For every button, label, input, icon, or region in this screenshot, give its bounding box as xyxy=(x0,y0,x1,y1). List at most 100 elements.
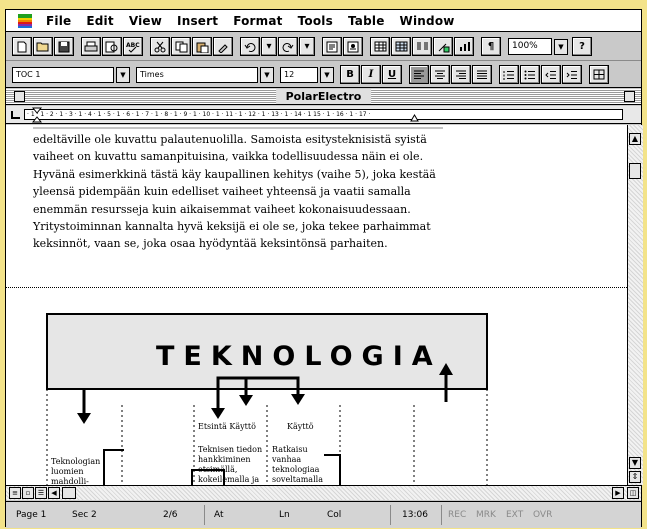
col1-line: luomien xyxy=(51,467,84,476)
scroll-thumb[interactable] xyxy=(629,163,641,179)
col3-line: teknologiaa xyxy=(272,465,320,474)
apple-menu-icon[interactable] xyxy=(18,13,32,28)
font-size-dropdown-icon[interactable]: ▼ xyxy=(320,66,334,83)
menu-format[interactable]: Format xyxy=(233,14,282,28)
redo-icon[interactable] xyxy=(278,37,298,56)
horizontal-scroll-thumb[interactable] xyxy=(62,487,76,499)
menu-table[interactable]: Table xyxy=(348,14,385,28)
help-icon[interactable]: ? xyxy=(572,37,592,56)
status-mrk[interactable]: MRK xyxy=(476,510,496,520)
justify-icon[interactable] xyxy=(472,65,492,84)
insert-table-icon[interactable] xyxy=(370,37,390,56)
columns-icon[interactable] xyxy=(412,37,432,56)
page-layout-view-icon[interactable]: ▫ xyxy=(22,487,34,499)
right-indent-marker-icon[interactable] xyxy=(410,114,419,122)
copy-icon[interactable] xyxy=(171,37,191,56)
paste-icon[interactable] xyxy=(192,37,212,56)
undo-list-icon[interactable]: ▾ xyxy=(261,37,277,56)
status-ovr[interactable]: OVR xyxy=(533,510,552,520)
status-page-count: 2/6 xyxy=(163,510,178,520)
open-folder-icon[interactable] xyxy=(33,37,53,56)
borders-icon[interactable] xyxy=(589,65,609,84)
help-label: ? xyxy=(579,41,585,52)
arrow-down-icon xyxy=(77,413,91,424)
cut-icon[interactable] xyxy=(150,37,170,56)
figure-title: TEKNOLOGIA xyxy=(156,341,442,372)
bold-button[interactable]: B xyxy=(340,65,360,84)
document-area[interactable]: edeltäville ole kuvattu palautenuolilla.… xyxy=(6,125,628,485)
normal-view-icon[interactable]: ≡ xyxy=(9,487,21,499)
chart-icon[interactable] xyxy=(454,37,474,56)
new-document-icon[interactable] xyxy=(12,37,32,56)
col3-line: soveltamalla xyxy=(272,475,323,484)
drawing-icon[interactable] xyxy=(433,37,453,56)
font-dropdown-icon[interactable]: ▼ xyxy=(260,66,274,83)
insert-excel-icon[interactable] xyxy=(391,37,411,56)
col1-line: mahdolli- xyxy=(51,477,89,485)
align-center-icon[interactable] xyxy=(430,65,450,84)
status-rec[interactable]: REC xyxy=(448,510,466,520)
print-preview-icon[interactable] xyxy=(102,37,122,56)
scroll-down-icon[interactable]: ▼ xyxy=(629,457,641,469)
style-select[interactable]: TOC 1 xyxy=(12,66,114,83)
style-dropdown-icon[interactable]: ▼ xyxy=(116,66,130,83)
menu-file[interactable]: File xyxy=(46,14,71,28)
menu-tools[interactable]: Tools xyxy=(298,14,333,28)
menu-insert[interactable]: Insert xyxy=(177,14,218,28)
menu-view[interactable]: View xyxy=(129,14,162,28)
menu-window[interactable]: Window xyxy=(400,14,455,28)
teknologia-figure[interactable] xyxy=(6,125,628,485)
status-time: 13:06 xyxy=(402,510,428,520)
ruler-scale: · 1 · 1 · 2 · 1 · 3 · 1 · 4 · 1 · 5 · 1 … xyxy=(24,109,623,120)
print-icon[interactable] xyxy=(81,37,101,56)
scroll-right-icon[interactable]: ▶ xyxy=(612,487,624,499)
col2-line: hankkiminen xyxy=(198,455,251,464)
increase-indent-icon[interactable] xyxy=(562,65,582,84)
col2-line: kokeilemalla ja xyxy=(198,475,260,484)
document-title: PolarElectro xyxy=(275,89,372,104)
ruler[interactable]: · 1 · 1 · 2 · 1 · 3 · 1 · 4 · 1 · 5 · 1 … xyxy=(6,106,641,124)
format-painter-icon[interactable] xyxy=(213,37,233,56)
align-right-icon[interactable] xyxy=(451,65,471,84)
spelling-icon[interactable]: ABC xyxy=(123,37,143,56)
standard-toolbar: ABC ▾ ▾ ¶ 100% ▼ ? xyxy=(6,33,641,61)
column-guides xyxy=(46,389,488,485)
document-titlebar[interactable]: PolarElectro xyxy=(6,89,641,105)
outline-view-icon[interactable]: ☰ xyxy=(35,487,47,499)
show-hide-paragraph-icon[interactable]: ¶ xyxy=(481,37,501,56)
font-select[interactable]: Times xyxy=(136,66,258,83)
vertical-scrollbar[interactable]: ▲ ▼ ⇕ xyxy=(628,125,643,485)
indent-marker-icon[interactable] xyxy=(32,107,42,123)
redo-list-icon[interactable]: ▾ xyxy=(299,37,315,56)
scroll-left-icon[interactable]: ◀ xyxy=(48,487,60,499)
font-size-select[interactable]: 12 xyxy=(280,66,318,83)
resize-box-icon[interactable]: ◫ xyxy=(627,487,639,499)
address-book-icon[interactable] xyxy=(343,37,363,56)
horizontal-scrollbar[interactable]: ≡ ▫ ☰ ◀ ▶ ◫ xyxy=(6,485,641,500)
italic-button[interactable]: I xyxy=(361,65,381,84)
col3-line: vanhaa xyxy=(272,455,302,464)
page-up-down-icon[interactable]: ⇕ xyxy=(629,471,641,483)
zoom-dropdown-icon[interactable]: ▼ xyxy=(554,38,568,55)
col3-header: Käyttö xyxy=(287,422,314,431)
col1-text: Teknologian luomien mahdolli- xyxy=(51,457,100,485)
autoformat-icon[interactable] xyxy=(322,37,342,56)
numbered-list-icon[interactable] xyxy=(499,65,519,84)
bulleted-list-icon[interactable] xyxy=(520,65,540,84)
col3-text: Ratkaisu vanhaa teknologiaa soveltamalla xyxy=(272,445,323,485)
status-col: Col xyxy=(327,510,342,520)
zoom-field[interactable]: 100% xyxy=(508,38,552,55)
col2-text: Teknisen tiedon hankkiminen etsimällä, k… xyxy=(198,445,262,485)
scroll-up-icon[interactable]: ▲ xyxy=(629,133,641,145)
col3-line: Ratkaisu xyxy=(272,445,308,454)
close-box-icon[interactable] xyxy=(14,91,25,102)
menu-edit[interactable]: Edit xyxy=(86,14,113,28)
zoom-box-icon[interactable] xyxy=(624,91,635,102)
status-ext[interactable]: EXT xyxy=(506,510,523,520)
decrease-indent-icon[interactable] xyxy=(541,65,561,84)
underline-button[interactable]: U xyxy=(382,65,402,84)
align-left-icon[interactable] xyxy=(409,65,429,84)
tab-stop-icon[interactable] xyxy=(10,110,22,120)
save-icon[interactable] xyxy=(54,37,74,56)
undo-icon[interactable] xyxy=(240,37,260,56)
